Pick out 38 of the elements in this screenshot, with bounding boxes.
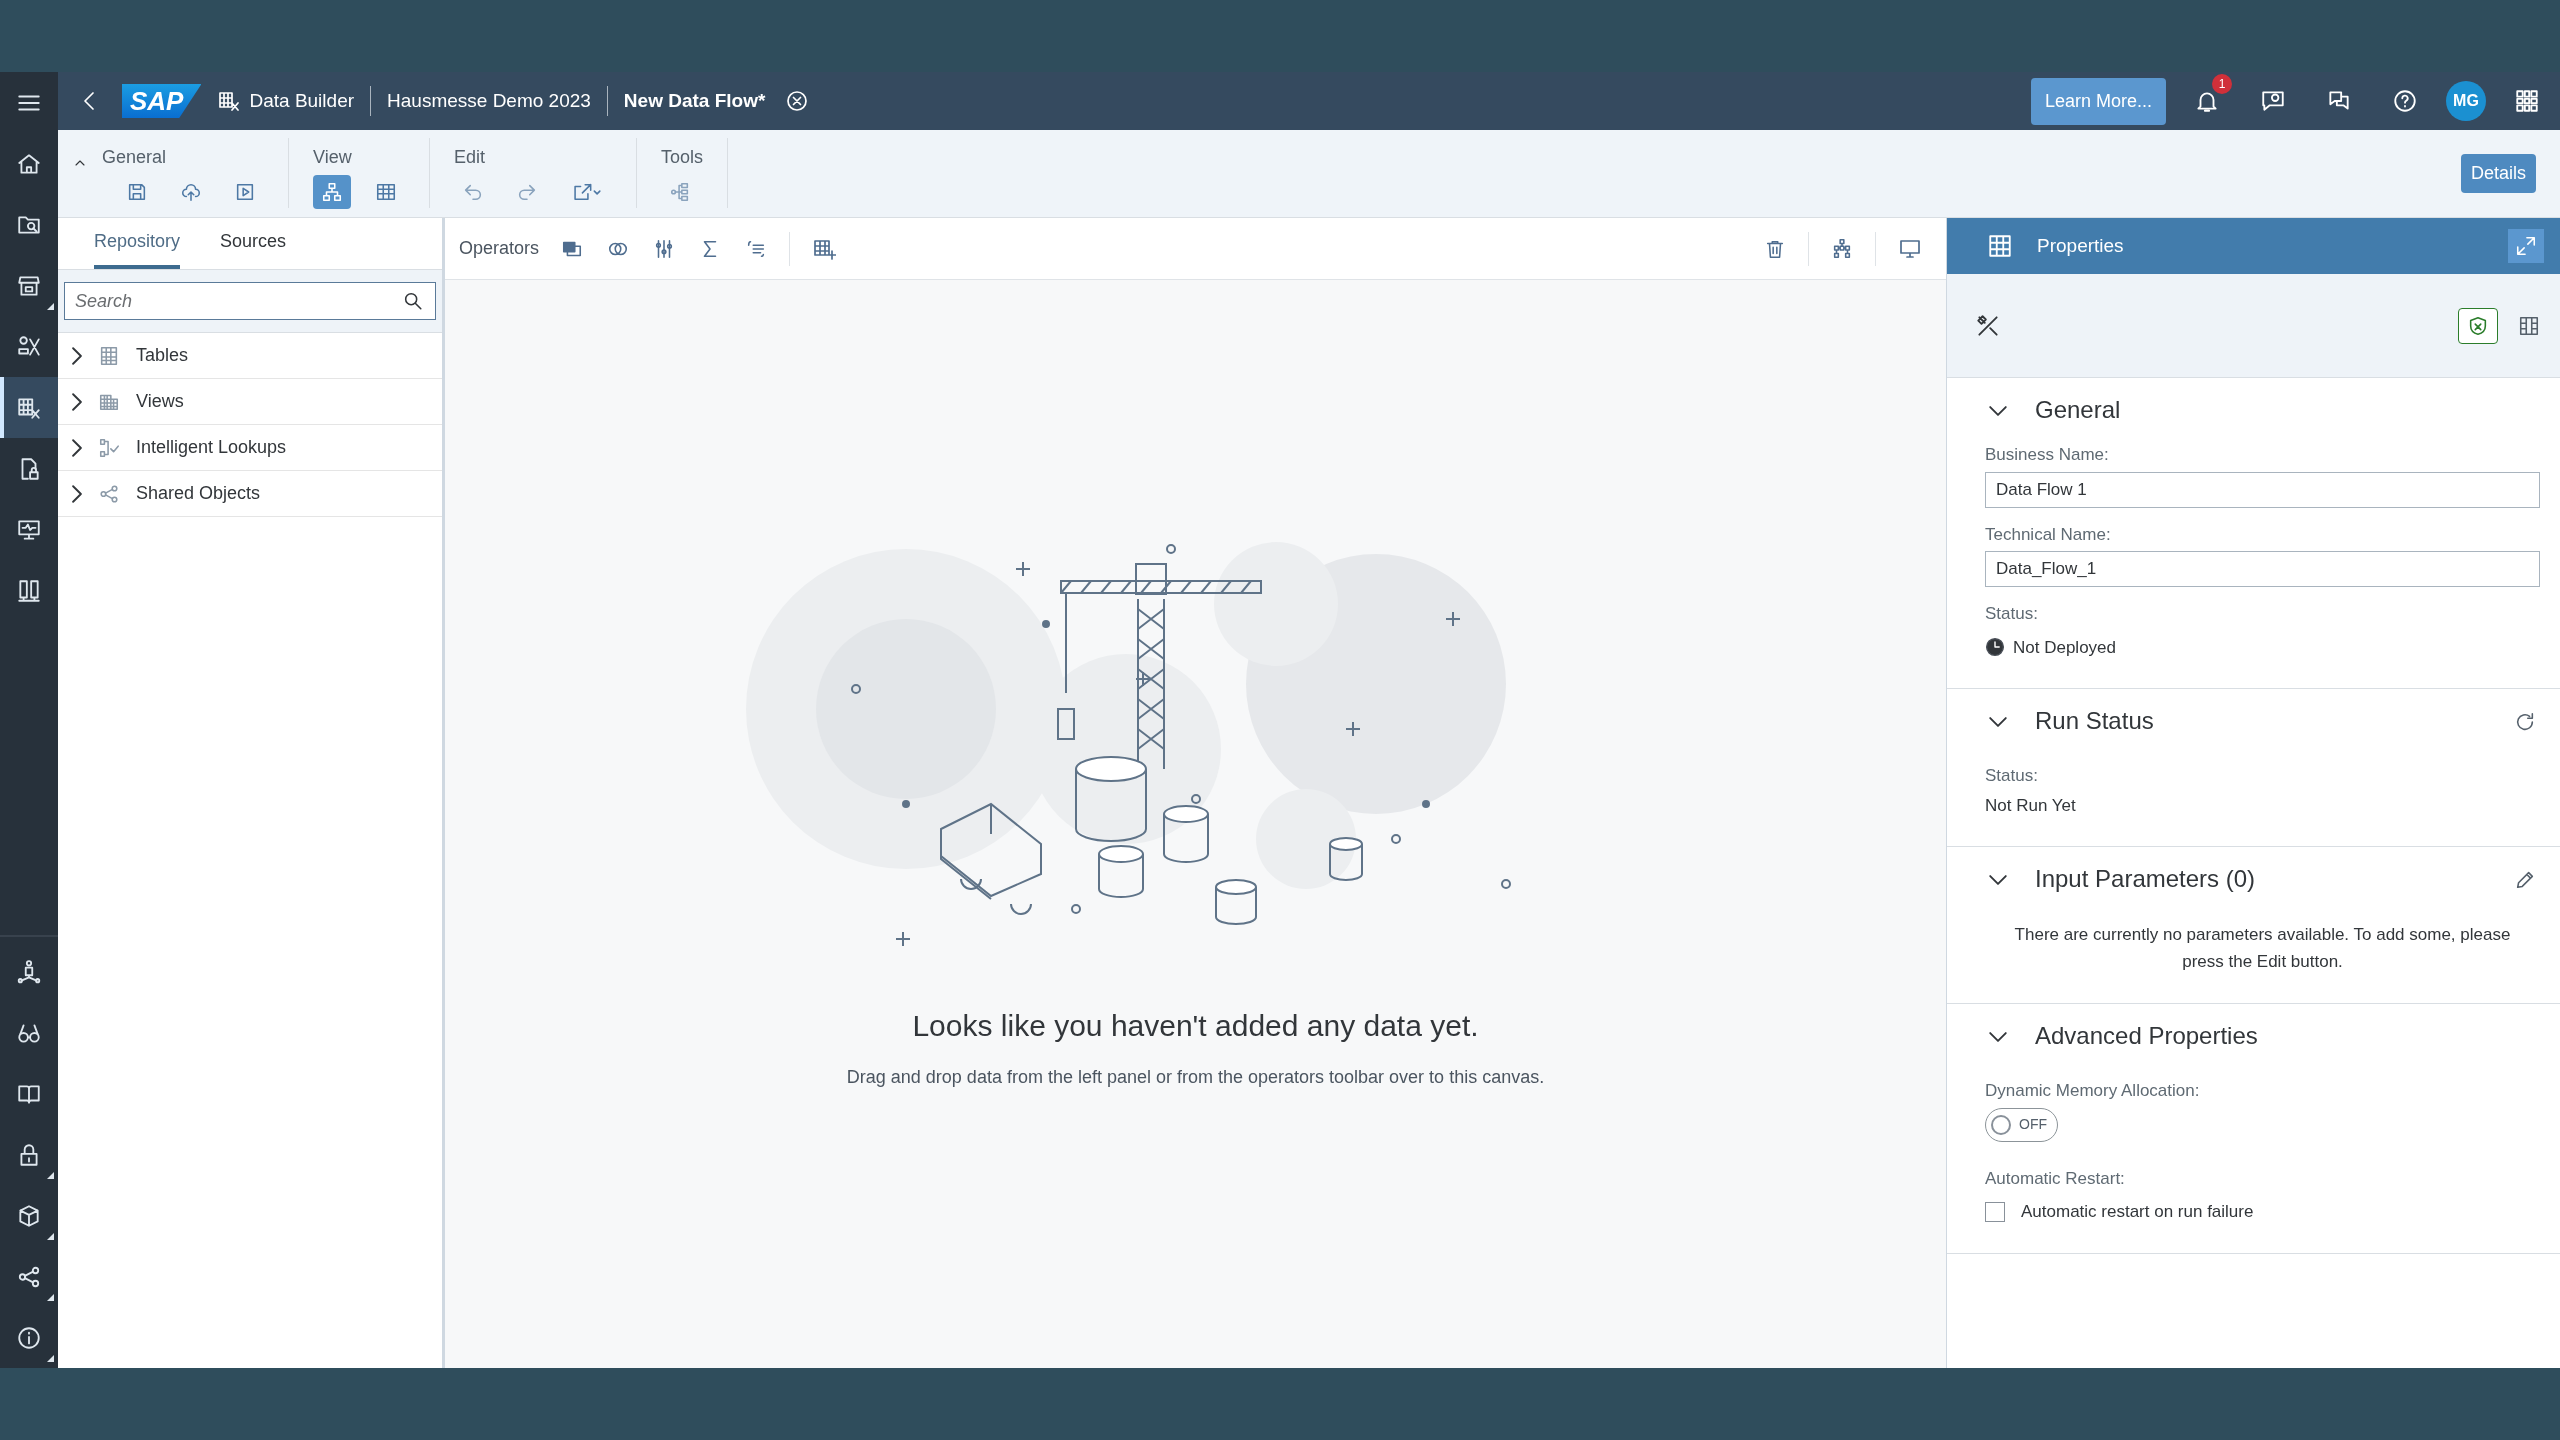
field-label: Dynamic Memory Allocation: bbox=[1985, 1080, 2201, 1103]
panel-tab[interactable]: Sources bbox=[220, 218, 287, 269]
input-field[interactable]: Data Flow 1 bbox=[1985, 471, 2540, 508]
empty-state-title: Looks like you haven't added any data yet. bbox=[912, 1008, 1479, 1044]
field-label: Technical Name: bbox=[1985, 523, 2112, 546]
field-label: Automatic Restart: bbox=[1985, 1167, 2126, 1190]
logo: SAP bbox=[122, 84, 202, 118]
toolbar-group-label: View bbox=[313, 146, 353, 169]
notification-count: 1 bbox=[2212, 74, 2232, 94]
field-label: Status: bbox=[1985, 765, 2039, 787]
field-label: Status: bbox=[1985, 603, 2039, 625]
checkbox-label: Automatic restart on run failure bbox=[2021, 1201, 2254, 1224]
empty-state-text: Drag and drop data from the left panel or from the operators toolbar over to this canvas. bbox=[846, 1066, 1545, 1089]
toggle-switch[interactable]: OFF bbox=[1985, 1107, 2058, 1142]
tree-item[interactable]: Views bbox=[58, 379, 442, 425]
empty-message: There are currently no parameters available. To add some, please press the Edit button. bbox=[2013, 924, 2512, 974]
section-title: Run Status bbox=[2035, 706, 2154, 736]
status-value: Not Run Yet bbox=[1985, 794, 2077, 817]
breadcrumb: New Data Flow* bbox=[623, 88, 766, 113]
field-label: Business Name: bbox=[1985, 444, 2110, 466]
details-button[interactable]: Details bbox=[2460, 154, 2536, 193]
status-value: Not Deployed bbox=[2013, 636, 2116, 659]
tree-item[interactable]: Tables bbox=[58, 333, 442, 379]
search-field[interactable]: Search bbox=[64, 282, 436, 320]
tree-item[interactable]: Intelligent Lookups bbox=[58, 425, 442, 471]
properties-title: Properties bbox=[2037, 233, 2124, 258]
toolbar-group-label: Tools bbox=[661, 146, 704, 169]
section-title: Advanced Properties bbox=[2035, 1021, 2258, 1052]
breadcrumb[interactable]: Data Builder bbox=[249, 86, 355, 116]
toolbar-group-label: Edit bbox=[454, 146, 487, 169]
breadcrumb[interactable]: Hausmesse Demo 2023 bbox=[387, 86, 591, 116]
operators-label: Operators bbox=[459, 237, 540, 260]
section-title: Input Parameters (0) bbox=[2035, 864, 2256, 894]
tree-item[interactable]: Shared Objects bbox=[58, 471, 442, 517]
toolbar-group-label: General bbox=[102, 146, 168, 169]
section-title: General bbox=[2035, 395, 2121, 425]
user-avatar[interactable]: MG bbox=[2446, 81, 2486, 121]
input-field[interactable]: Data_Flow_1 bbox=[1985, 551, 2540, 587]
